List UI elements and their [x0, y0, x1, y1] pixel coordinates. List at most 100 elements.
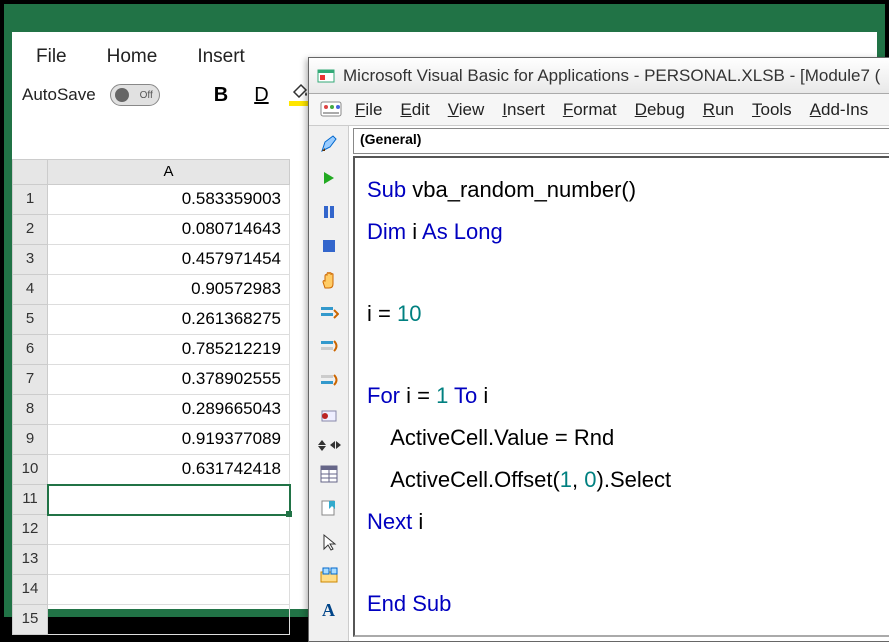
row-header[interactable]: 10	[12, 455, 48, 485]
menu-insert[interactable]: Insert	[197, 46, 245, 68]
vba-menu-format[interactable]: Format	[563, 100, 617, 120]
toggle-bookmark-button[interactable]	[317, 496, 341, 520]
properties-button[interactable]	[317, 462, 341, 486]
autosave-toggle[interactable]: Off	[110, 84, 160, 106]
cell[interactable]: 0.378902555	[48, 365, 290, 395]
row-header[interactable]: 2	[12, 215, 48, 245]
code-text: ).Select	[597, 467, 672, 492]
stop-button[interactable]	[317, 234, 341, 258]
vba-menu-insert[interactable]: Insert	[502, 100, 545, 120]
code-lit: 0	[584, 467, 596, 492]
code-text: i	[406, 219, 422, 244]
vba-menu-addins[interactable]: Add-Ins	[810, 100, 869, 120]
code-text: i =	[367, 301, 397, 326]
code-kw-dim: Dim	[367, 219, 406, 244]
underline-button[interactable]: D	[248, 84, 274, 107]
select-all-corner[interactable]	[12, 159, 48, 185]
code-kw-sub: Sub	[367, 177, 406, 202]
select-arrow-button[interactable]	[317, 530, 341, 554]
cell[interactable]: 0.90572983	[48, 275, 290, 305]
design-mode-button[interactable]	[317, 132, 341, 156]
row-header[interactable]: 3	[12, 245, 48, 275]
row-header[interactable]: 1	[12, 185, 48, 215]
app-frame: File Home Insert AutoSave Off B D Micros…	[4, 4, 885, 617]
row-header[interactable]: 11	[12, 485, 48, 515]
paint-bucket-icon	[291, 82, 309, 98]
cell[interactable]	[48, 575, 290, 605]
vba-menu-debug[interactable]: Debug	[635, 100, 685, 120]
cell[interactable]: 0.289665043	[48, 395, 290, 425]
vba-title-text: Microsoft Visual Basic for Applications …	[343, 66, 880, 86]
vba-window[interactable]: Microsoft Visual Basic for Applications …	[308, 57, 889, 642]
vba-toolbar: A	[309, 126, 349, 641]
bold-button[interactable]: B	[208, 84, 234, 107]
cell[interactable]: 0.080714643	[48, 215, 290, 245]
code-text: i	[412, 509, 423, 534]
step-over-button[interactable]	[317, 336, 341, 360]
vba-body: A (General) Sub vba_random_number() Dim …	[309, 126, 889, 641]
vba-menu-file[interactable]: File	[355, 100, 382, 120]
row-header[interactable]: 8	[12, 395, 48, 425]
code-text: vba_random_number()	[406, 177, 636, 202]
code-lit: 1	[436, 383, 448, 408]
row-header[interactable]: 14	[12, 575, 48, 605]
menu-home[interactable]: Home	[107, 46, 158, 68]
spreadsheet-grid[interactable]: A 10.58335900320.08071464330.45797145440…	[12, 159, 290, 635]
step-into-button[interactable]	[317, 302, 341, 326]
toggle-knob	[115, 88, 129, 102]
vba-module-icon	[319, 98, 343, 122]
menu-file[interactable]: File	[36, 46, 67, 68]
vba-menu-bar: File Edit View Insert Format Debug Run T…	[309, 94, 889, 126]
code-kw-aslong: As Long	[422, 219, 503, 244]
vba-code-area: (General) Sub vba_random_number() Dim i …	[349, 126, 889, 641]
column-header-a[interactable]: A	[48, 159, 290, 185]
split-arrows[interactable]	[316, 438, 342, 452]
font-size-button[interactable]: A	[317, 598, 341, 622]
row-header[interactable]: 15	[12, 605, 48, 635]
vba-menu-run[interactable]: Run	[703, 100, 734, 120]
cell[interactable]: 0.631742418	[48, 455, 290, 485]
vba-app-icon	[317, 67, 335, 85]
step-out-button[interactable]	[317, 370, 341, 394]
code-kw-to: To	[448, 383, 477, 408]
row-header[interactable]: 9	[12, 425, 48, 455]
row-header[interactable]: 7	[12, 365, 48, 395]
object-browser-button[interactable]	[317, 564, 341, 588]
autosave-state: Off	[140, 90, 153, 101]
code-kw-endsub: End Sub	[367, 591, 451, 616]
vba-menu-tools[interactable]: Tools	[752, 100, 792, 120]
code-text: ,	[572, 467, 584, 492]
row-header[interactable]: 4	[12, 275, 48, 305]
cell[interactable]: 0.261368275	[48, 305, 290, 335]
autosave-label: AutoSave	[22, 85, 96, 105]
cell[interactable]: 0.583359003	[48, 185, 290, 215]
code-editor[interactable]: Sub vba_random_number() Dim i As Long i …	[353, 156, 889, 637]
row-header[interactable]: 5	[12, 305, 48, 335]
cell[interactable]	[48, 545, 290, 575]
breakpoint-button[interactable]	[317, 404, 341, 428]
vba-titlebar[interactable]: Microsoft Visual Basic for Applications …	[309, 58, 889, 94]
procedure-dropdown[interactable]: (General)	[353, 128, 889, 154]
code-lit: 1	[560, 467, 572, 492]
run-button[interactable]	[317, 166, 341, 190]
cell[interactable]: 0.457971454	[48, 245, 290, 275]
code-kw-for: For	[367, 383, 400, 408]
cell[interactable]: 0.919377089	[48, 425, 290, 455]
code-text: i	[477, 383, 488, 408]
vba-menu-view[interactable]: View	[448, 100, 485, 120]
row-header[interactable]: 13	[12, 545, 48, 575]
code-text: ActiveCell.Value = Rnd	[367, 425, 614, 450]
hand-icon[interactable]	[317, 268, 341, 292]
code-kw-next: Next	[367, 509, 412, 534]
cell[interactable]	[48, 515, 290, 545]
code-text: ActiveCell.Offset(	[367, 467, 560, 492]
cell[interactable]	[48, 485, 290, 515]
vba-menu-edit[interactable]: Edit	[400, 100, 429, 120]
cell[interactable]	[48, 605, 290, 635]
pause-button[interactable]	[317, 200, 341, 224]
code-lit: 10	[397, 301, 421, 326]
row-header[interactable]: 12	[12, 515, 48, 545]
row-header[interactable]: 6	[12, 335, 48, 365]
code-text: i =	[400, 383, 436, 408]
cell[interactable]: 0.785212219	[48, 335, 290, 365]
